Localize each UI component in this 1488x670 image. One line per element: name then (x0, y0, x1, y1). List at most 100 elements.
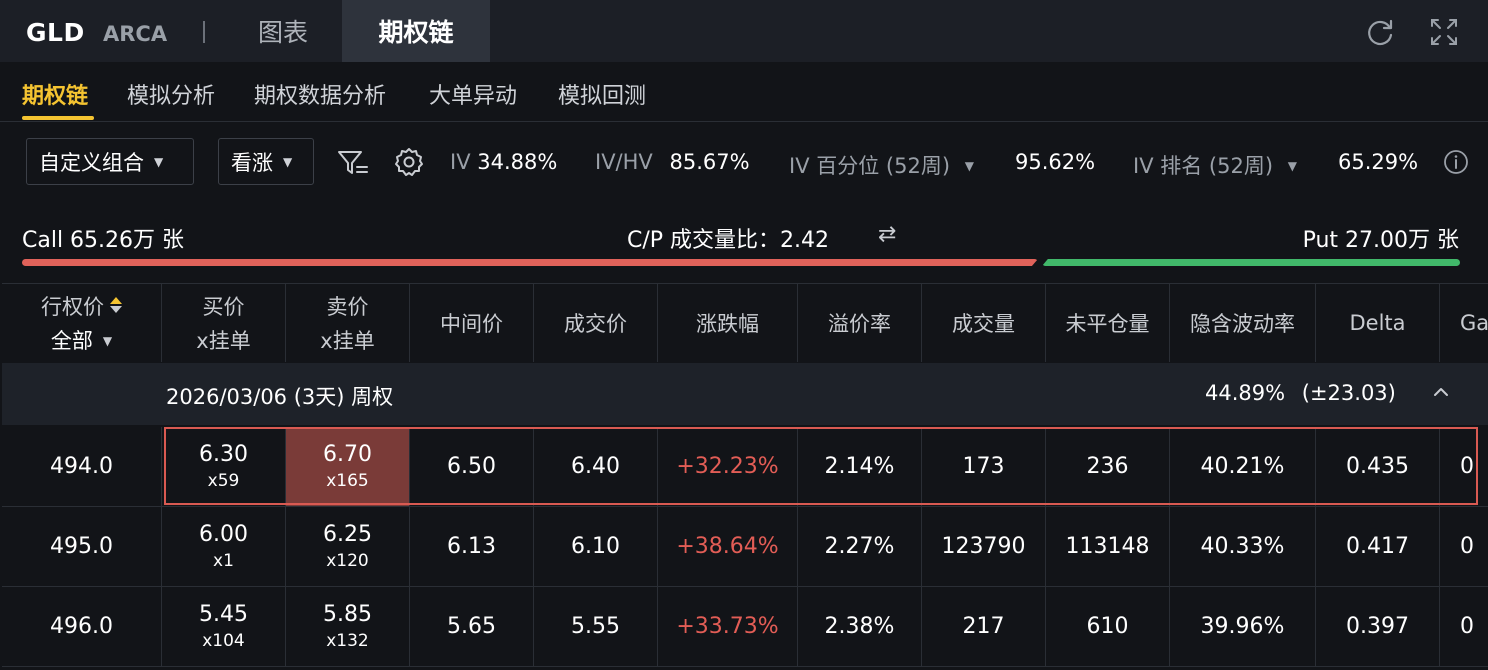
bid-price: 5.45 (199, 602, 248, 627)
expiry-iv: 44.89% (±23.03) (1205, 381, 1396, 405)
expiry-expected-move: (±23.03) (1301, 381, 1396, 405)
subtab-backtest[interactable]: 模拟回测 (558, 78, 646, 110)
change-cell: +38.64% (658, 507, 798, 586)
bid-size: x104 (202, 631, 245, 651)
cp-ratio: C/P 成交量比：2.42 (627, 228, 830, 253)
gamma-value: 0 (1460, 454, 1474, 479)
divider (203, 21, 205, 43)
gamma-cell: 0 (1440, 507, 1488, 586)
header-bid-size: x挂单 (196, 329, 251, 353)
table-row[interactable]: 494.0 6.30 x59 6.70 x165 6.50 6.40 +32.23%… (2, 427, 1488, 507)
tab-chart[interactable]: 图表 (226, 0, 340, 62)
ask-size: x120 (326, 551, 369, 571)
bid-price: 6.30 (199, 442, 248, 467)
change-cell: +32.23% (658, 427, 798, 506)
subtab-unusual-activity[interactable]: 大单异动 (429, 78, 517, 110)
premium-cell: 2.38% (798, 587, 922, 666)
header-implied-vol[interactable]: 隐含波动率 (1170, 284, 1316, 362)
header-ask-size: x挂单 (320, 329, 375, 353)
call-volume-bar (22, 259, 1038, 266)
premium-cell: 2.27% (798, 507, 922, 586)
header-open-interest[interactable]: 未平仓量 (1046, 284, 1170, 362)
header-last[interactable]: 成交价 (534, 284, 658, 362)
refresh-icon[interactable] (1364, 16, 1396, 48)
expiry-date: 2026/03/06 (3天) 周权 (166, 385, 394, 409)
ivhv-label: IV/HV (595, 150, 653, 174)
subtab-option-chain[interactable]: 期权链 (22, 78, 88, 110)
bid-size: x59 (207, 471, 240, 491)
sub-tabs: 期权链 模拟分析 期权数据分析 大单异动 模拟回测 (0, 62, 1488, 122)
combo-select[interactable]: 自定义组合 ▼ (26, 138, 194, 185)
gamma-cell: 0 (1440, 427, 1488, 506)
gamma-value: 0 (1460, 534, 1474, 559)
open-interest-cell: 113148 (1046, 507, 1170, 586)
expiry-group-header[interactable]: 2026/03/06 (3天) 周权 44.89% (±23.03) (2, 363, 1488, 425)
bid-cell[interactable]: 6.00 x1 (162, 507, 286, 586)
header-gamma[interactable]: Ga (1440, 284, 1488, 362)
bid-cell[interactable]: 5.45 x104 (162, 587, 286, 666)
ask-cell[interactable]: 5.85 x132 (286, 587, 410, 666)
fullscreen-icon[interactable] (1428, 16, 1460, 48)
last-cell: 5.55 (534, 587, 658, 666)
ask-price: 6.25 (323, 522, 372, 547)
chevron-down-icon: ▼ (102, 334, 113, 348)
gamma-cell: 0 (1440, 587, 1488, 666)
iv-rank-value: 65.29% (1338, 150, 1419, 174)
ask-cell[interactable]: 6.70 x165 (286, 427, 410, 506)
header-strike-label: 行权价 (41, 295, 104, 319)
gear-icon[interactable] (393, 146, 425, 178)
header-mid[interactable]: 中间价 (410, 284, 534, 362)
strike-filter-value[interactable]: 全部 (51, 329, 93, 353)
header-strike[interactable]: 行权价 全部 ▼ (2, 284, 162, 362)
subtab-simulation[interactable]: 模拟分析 (127, 78, 215, 110)
iv-label: IV (450, 150, 471, 174)
ask-cell[interactable]: 6.25 x120 (286, 507, 410, 586)
mid-cell: 6.50 (410, 427, 534, 506)
delta-cell: 0.397 (1316, 587, 1440, 666)
last-cell: 6.40 (534, 427, 658, 506)
header-ask[interactable]: 卖价 x挂单 (286, 284, 410, 362)
chevron-down-icon: ▼ (964, 159, 974, 173)
implied-vol-cell: 40.21% (1170, 427, 1316, 506)
ivhv-value: 85.67% (669, 150, 750, 174)
ask-price: 6.70 (323, 442, 372, 467)
header-bid[interactable]: 买价 x挂单 (162, 284, 286, 362)
bid-cell[interactable]: 6.30 x59 (162, 427, 286, 506)
delta-cell: 0.417 (1316, 507, 1440, 586)
info-icon[interactable] (1443, 149, 1469, 175)
filter-icon[interactable] (336, 148, 370, 178)
volume-cell: 217 (922, 587, 1046, 666)
header-gamma-label: Ga (1460, 311, 1488, 335)
subtab-option-data[interactable]: 期权数据分析 (254, 78, 386, 110)
direction-select-value: 看涨 (231, 150, 273, 175)
exchange-label: ARCA (103, 22, 168, 46)
header-premium[interactable]: 溢价率 (798, 284, 922, 362)
gamma-value: 0 (1460, 614, 1474, 639)
sort-icon[interactable] (110, 297, 122, 313)
table-row[interactable]: 495.0 6.00 x1 6.25 x120 6.13 6.10 +38.64% … (2, 507, 1488, 587)
iv-percentile-metric[interactable]: IV 百分位 (52周) ▼ (789, 150, 974, 180)
header-ask-label: 卖价 (326, 295, 369, 319)
swap-icon[interactable]: ⇄ (878, 222, 896, 247)
iv-rank-metric[interactable]: IV 排名 (52周) ▼ (1133, 150, 1297, 180)
header-delta[interactable]: Delta (1316, 284, 1440, 362)
direction-select[interactable]: 看涨 ▼ (218, 138, 314, 185)
ask-size: x165 (326, 471, 369, 491)
put-volume-bar (1042, 259, 1460, 266)
open-interest-cell: 236 (1046, 427, 1170, 506)
header-bid-label: 买价 (202, 295, 245, 319)
strike-cell: 495.0 (2, 507, 162, 586)
open-interest-cell: 610 (1046, 587, 1170, 666)
iv-rank-value-wrap: 65.29% (1338, 150, 1418, 174)
tab-option-chain[interactable]: 期权链 (342, 0, 490, 62)
iv-rank-label: IV 排名 (52周) (1133, 154, 1274, 178)
chevron-up-icon[interactable] (1430, 381, 1452, 403)
header-volume[interactable]: 成交量 (922, 284, 1046, 362)
expiry-iv-value: 44.89% (1205, 381, 1286, 405)
change-cell: +33.73% (658, 587, 798, 666)
bid-price: 6.00 (199, 522, 248, 547)
header-change[interactable]: 涨跌幅 (658, 284, 798, 362)
table-row[interactable]: 496.0 5.45 x104 5.85 x132 5.65 5.55 +33.73… (2, 587, 1488, 667)
volume-cell: 173 (922, 427, 1046, 506)
implied-vol-cell: 40.33% (1170, 507, 1316, 586)
